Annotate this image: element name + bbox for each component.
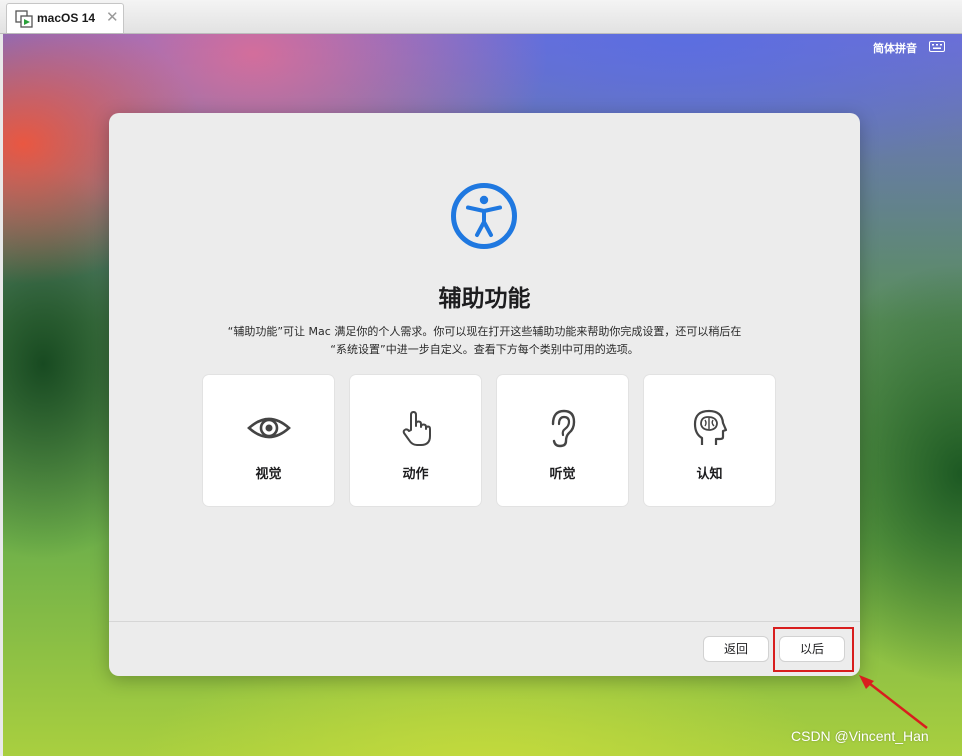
- category-label-cognitive: 认知: [696, 467, 723, 482]
- accessibility-setup-dialog: 辅助功能 “辅助功能”可让 Mac 满足你的个人需求。你可以现在打开这些辅助功能…: [109, 113, 860, 676]
- description-line-1: “辅助功能”可让 Mac 满足你的个人需求。你可以现在打开这些辅助功能来帮助你完…: [227, 325, 742, 338]
- vm-icon: [15, 10, 33, 28]
- tab-label: macOS 14: [37, 11, 96, 25]
- hand-pointer-icon: [402, 411, 431, 446]
- input-method-indicator[interactable]: 简体拼音: [873, 40, 917, 56]
- annotation-arrow-icon: [859, 675, 928, 729]
- dialog-title: 辅助功能: [438, 286, 531, 312]
- footer-divider: [109, 621, 860, 622]
- description-line-2: “系统设置”中进一步自定义。查看下方每个类别中可用的选项。: [330, 343, 639, 356]
- back-button[interactable]: 返回: [703, 636, 769, 662]
- keyboard-icon[interactable]: [929, 41, 945, 52]
- head-brain-icon: [693, 409, 728, 445]
- watermark-text: CSDN @Vincent_Han: [791, 728, 929, 744]
- accessibility-icon: [451, 183, 517, 249]
- eye-icon: [247, 417, 291, 439]
- category-label-vision: 视觉: [255, 467, 282, 482]
- category-card-cognitive[interactable]: 认知: [644, 375, 775, 506]
- close-icon[interactable]: ✕: [106, 8, 119, 26]
- dialog-description: “辅助功能”可让 Mac 满足你的个人需求。你可以现在打开这些辅助功能来帮助你完…: [179, 323, 790, 359]
- category-label-motor: 动作: [402, 467, 429, 482]
- later-button-highlight: [773, 627, 854, 672]
- ear-icon: [551, 409, 576, 448]
- tab-macos[interactable]: macOS 14 ✕: [6, 3, 124, 33]
- category-card-vision[interactable]: 视觉: [203, 375, 334, 506]
- category-card-motor[interactable]: 动作: [350, 375, 481, 506]
- vm-tab-bar: macOS 14 ✕: [0, 0, 962, 34]
- category-label-hearing: 听觉: [549, 467, 576, 482]
- category-card-hearing[interactable]: 听觉: [497, 375, 628, 506]
